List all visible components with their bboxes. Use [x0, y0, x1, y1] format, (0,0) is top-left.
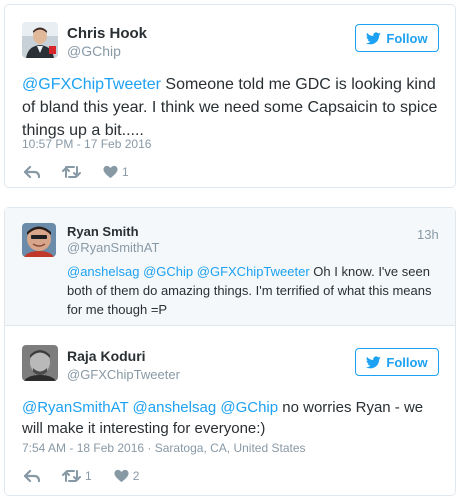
- twitter-bird-icon: [366, 31, 382, 45]
- avatar-ryan-smith[interactable]: [22, 223, 56, 257]
- mention-link[interactable]: @GChip: [220, 399, 278, 416]
- reply-button[interactable]: [24, 165, 40, 179]
- follow-label: Follow: [386, 354, 428, 370]
- like-button[interactable]: 1: [103, 165, 129, 179]
- tweet-card-raja-koduri: Raja Koduri @GFXChipTweeter Follow @Ryan…: [5, 327, 455, 495]
- mention-link[interactable]: @anshelsag: [133, 399, 217, 416]
- follow-button[interactable]: Follow: [355, 24, 439, 52]
- mention-link[interactable]: @GFXChipTweeter: [197, 264, 310, 279]
- tweet-text: @anshelsag @GChip @GFXChipTweeter Oh I k…: [67, 262, 442, 319]
- tweet-text: @RyanSmithAT @anshelsag @GChip no worrie…: [22, 397, 442, 439]
- mention-link[interactable]: @RyanSmithAT: [22, 399, 128, 416]
- mention-link[interactable]: @GFXChipTweeter: [22, 76, 161, 93]
- retweet-icon: [62, 469, 81, 483]
- retweet-count: 1: [85, 469, 92, 483]
- tweet-timestamp[interactable]: 10:57 PM - 17 Feb 2016: [22, 137, 151, 151]
- heart-icon: [103, 165, 118, 179]
- reply-button[interactable]: [24, 469, 40, 483]
- tweet-actions: 1 2: [24, 469, 161, 483]
- retweet-button[interactable]: [62, 165, 81, 179]
- author-name[interactable]: Ryan Smith: [67, 224, 139, 239]
- retweet-icon: [62, 165, 81, 179]
- author-handle[interactable]: @RyanSmithAT: [67, 240, 159, 255]
- tweet-actions: 1: [24, 165, 151, 179]
- retweet-button[interactable]: 1: [62, 469, 92, 483]
- mention-link[interactable]: @anshelsag: [67, 264, 139, 279]
- author-name[interactable]: Chris Hook: [67, 25, 147, 42]
- avatar-chris-hook[interactable]: [22, 22, 58, 58]
- reply-icon: [24, 165, 40, 179]
- mention-link[interactable]: @GChip: [143, 264, 193, 279]
- reply-icon: [24, 469, 40, 483]
- tweet-time-ago[interactable]: 13h: [417, 227, 439, 242]
- follow-label: Follow: [386, 30, 428, 46]
- author-name[interactable]: Raja Koduri: [67, 348, 146, 364]
- follow-button[interactable]: Follow: [355, 348, 439, 376]
- tweet-card-chris-hook: Chris Hook @GChip Follow @GFXChipTweeter…: [4, 4, 456, 188]
- tweet-thread: Ryan Smith @RyanSmithAT 13h @anshelsag @…: [4, 207, 456, 496]
- like-count: 1: [122, 165, 129, 179]
- twitter-bird-icon: [366, 355, 382, 369]
- author-handle[interactable]: @GFXChipTweeter: [67, 367, 180, 382]
- like-button[interactable]: 2: [114, 469, 140, 483]
- tweet-timestamp[interactable]: 7:54 AM - 18 Feb 2016 · Saratoga, CA, Un…: [22, 441, 306, 455]
- heart-icon: [114, 469, 129, 483]
- author-handle[interactable]: @GChip: [67, 43, 121, 59]
- tweet-text: @GFXChipTweeter Someone told me GDC is l…: [22, 73, 442, 142]
- like-count: 2: [132, 469, 140, 483]
- avatar-raja-koduri[interactable]: [22, 345, 58, 381]
- tweet-card-ryan-smith: Ryan Smith @RyanSmithAT 13h @anshelsag @…: [5, 208, 455, 326]
